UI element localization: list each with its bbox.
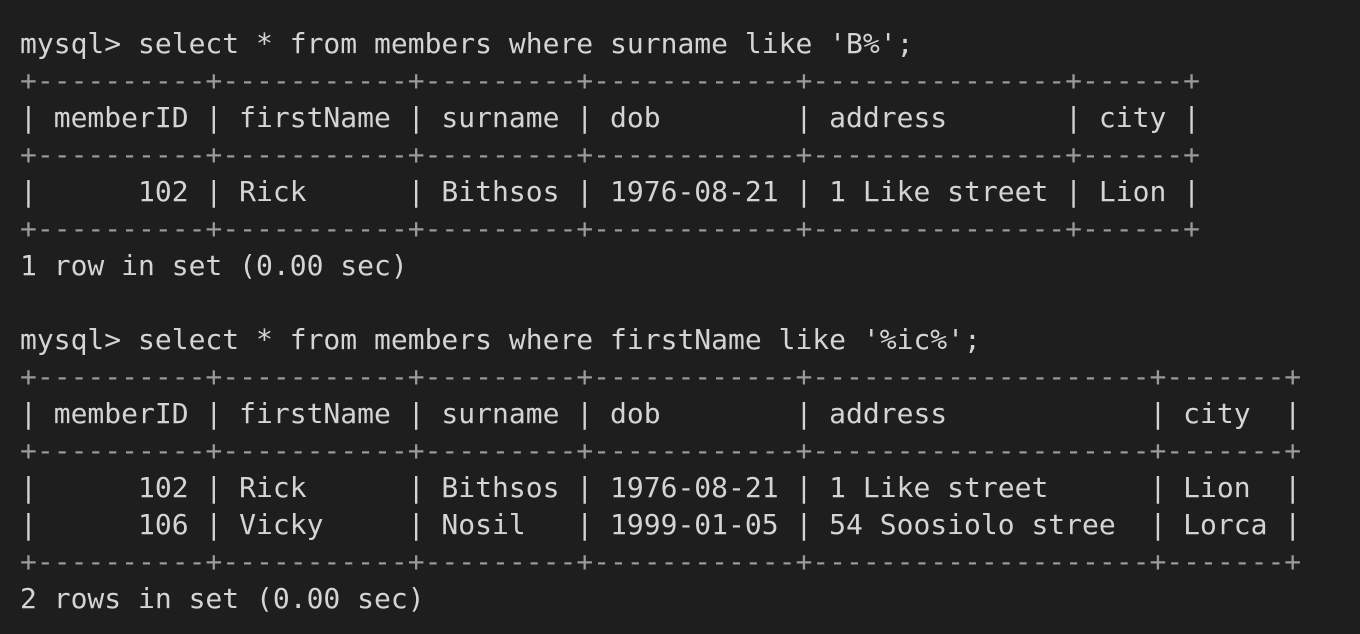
query-2-status: 2 rows in set (0.00 sec) — [20, 582, 425, 615]
terminal-window[interactable]: mysql> select * from members where surna… — [0, 0, 1360, 634]
query-2-command: mysql> select * from members where first… — [20, 323, 981, 356]
query-2-table-border-mid: +----------+-----------+---------+------… — [20, 434, 1302, 467]
query-2-table-border-top: +----------+-----------+---------+------… — [20, 360, 1302, 393]
query-1-table-border-mid: +----------+-----------+---------+------… — [20, 138, 1201, 171]
query-2-table-header-row: | memberID | firstName | surname | dob |… — [20, 397, 1302, 430]
query-1-status: 1 row in set (0.00 sec) — [20, 249, 408, 282]
query-1-table-border-bottom: +----------+-----------+---------+------… — [20, 212, 1201, 245]
query-2-table-border-bottom: +----------+-----------+---------+------… — [20, 545, 1302, 578]
query-1-table-border-top: +----------+-----------+---------+------… — [20, 64, 1201, 97]
query-2-table-row: | 102 | Rick | Bithsos | 1976-08-21 | 1 … — [20, 471, 1302, 504]
query-1-table-row: | 102 | Rick | Bithsos | 1976-08-21 | 1 … — [20, 175, 1201, 208]
query-1-table-header-row: | memberID | firstName | surname | dob |… — [20, 101, 1201, 134]
query-2-table-row: | 106 | Vicky | Nosil | 1999-01-05 | 54 … — [20, 508, 1302, 541]
query-1-command: mysql> select * from members where surna… — [20, 27, 914, 60]
